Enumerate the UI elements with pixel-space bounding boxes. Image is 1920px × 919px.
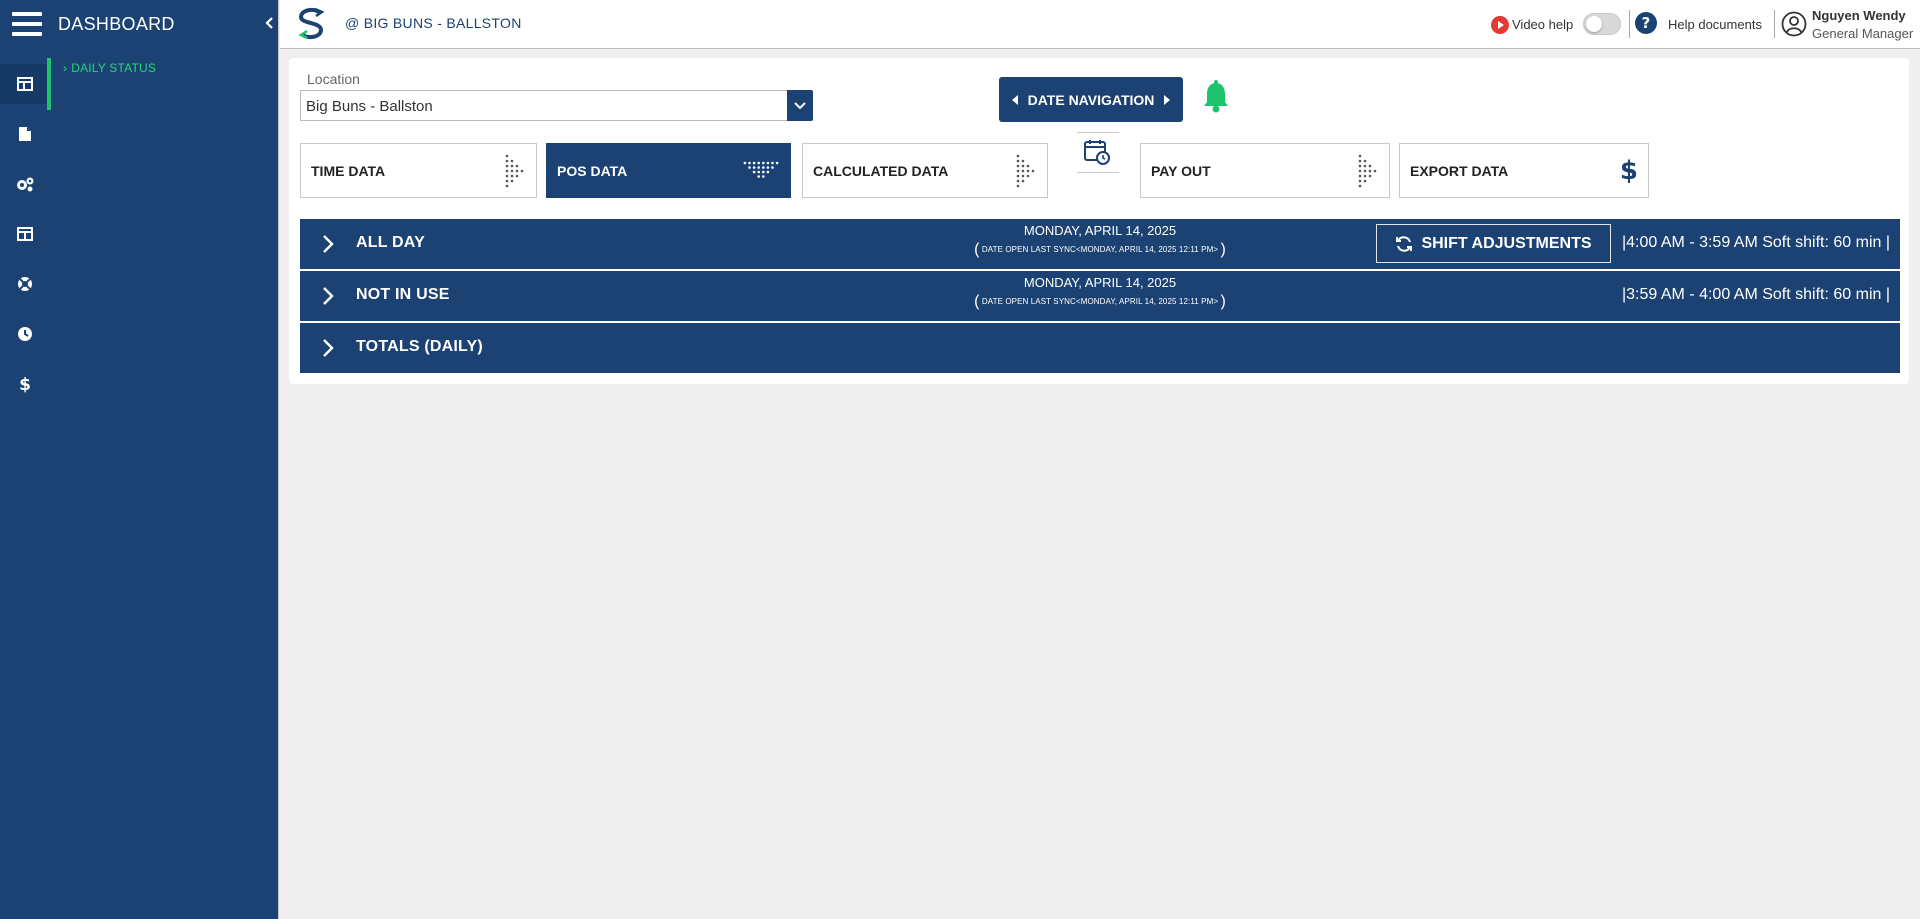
settings-icon[interactable] <box>0 164 50 204</box>
user-role: General Manager <box>1812 26 1914 41</box>
sidebar-title: DASHBOARD <box>58 14 175 34</box>
tab-calculated-data[interactable]: CALCULATED DATA <box>802 143 1048 198</box>
tab-label: PAY OUT <box>1151 162 1211 179</box>
section-row-all-day[interactable]: ALL DAY MONDAY, APRIL 14, 2025 ( DATE OP… <box>300 219 1900 269</box>
divider <box>1629 10 1630 38</box>
row-sync-status: ( DATE OPEN LAST SYNC<MONDAY, APRIL 14, … <box>974 241 1226 258</box>
calendar-clock-icon[interactable] <box>1083 138 1111 171</box>
video-help-toggle[interactable] <box>1583 13 1621 35</box>
row-hours: |4:00 AM - 3:59 AM Soft shift: 60 min | <box>1622 234 1890 251</box>
svg-text:?: ? <box>1642 14 1651 32</box>
svg-text:$: $ <box>19 375 31 393</box>
section-row-not-in-use[interactable]: NOT IN USE MONDAY, APRIL 14, 2025 ( DATE… <box>300 271 1900 321</box>
tab-label: TIME DATA <box>311 162 386 179</box>
clock-icon[interactable] <box>0 314 50 354</box>
row-hours: |3:59 AM - 4:00 AM Soft shift: 60 min | <box>1622 286 1890 303</box>
chevron-right-icon[interactable] <box>322 286 334 306</box>
location-value: Big Buns - Ballston <box>306 98 433 115</box>
next-date-icon[interactable] <box>1163 92 1171 108</box>
organization-label: @ BIG BUNS - BALLSTON <box>345 15 522 31</box>
sidebar: DASHBOARD › DAILY STATUS <box>47 0 279 919</box>
document-icon[interactable] <box>0 114 50 154</box>
menu-icon[interactable] <box>12 12 42 38</box>
divider <box>1077 132 1119 133</box>
tab-label: CALCULATED DATA <box>813 162 949 179</box>
location-dropdown-button[interactable] <box>787 90 813 121</box>
location-label: Location <box>307 71 360 87</box>
video-play-icon[interactable] <box>1490 15 1510 40</box>
row-title: TOTALS (DAILY) <box>356 338 483 355</box>
icon-rail: $ <box>0 0 50 919</box>
support-icon[interactable] <box>0 264 50 304</box>
help-documents-link[interactable]: Help documents <box>1668 17 1762 32</box>
user-name[interactable]: Nguyen Wendy <box>1812 8 1906 23</box>
user-avatar-icon[interactable] <box>1781 11 1807 42</box>
chevron-right-icon[interactable] <box>322 338 334 358</box>
refresh-icon <box>1396 235 1413 252</box>
chevron-right-icon[interactable] <box>322 234 334 254</box>
sidebar-item-label: DAILY STATUS <box>71 61 157 75</box>
top-header: @ BIG BUNS - BALLSTON Video help ? Help … <box>280 0 1920 49</box>
section-row-totals-daily[interactable]: TOTALS (DAILY) <box>300 323 1900 373</box>
toggle-knob <box>1586 16 1602 32</box>
app-logo-icon[interactable] <box>295 6 329 47</box>
prev-date-icon[interactable] <box>1011 92 1019 108</box>
dotted-arrow-right-icon <box>505 154 524 187</box>
row-title: ALL DAY <box>356 234 425 251</box>
divider <box>1077 172 1119 173</box>
sync-text: DATE OPEN LAST SYNC<MONDAY, APRIL 14, 20… <box>981 245 1219 255</box>
help-icon[interactable]: ? <box>1634 11 1658 40</box>
tab-export-data[interactable]: EXPORT DATA $ <box>1399 143 1649 198</box>
divider <box>1774 10 1775 38</box>
tab-label: EXPORT DATA <box>1410 162 1509 179</box>
date-navigation-label[interactable]: DATE NAVIGATION <box>1028 92 1155 108</box>
tab-label: POS DATA <box>557 162 628 179</box>
location-select[interactable]: Big Buns - Ballston <box>300 90 789 121</box>
sidebar-item-daily-status[interactable]: › DAILY STATUS <box>47 58 276 110</box>
date-navigation: DATE NAVIGATION <box>999 77 1183 122</box>
row-title: NOT IN USE <box>356 286 450 303</box>
tab-time-data[interactable]: TIME DATA <box>300 143 537 198</box>
table-icon[interactable] <box>0 214 50 254</box>
row-date: MONDAY, APRIL 14, 2025 <box>1023 275 1177 290</box>
row-date: MONDAY, APRIL 14, 2025 <box>1023 223 1177 238</box>
notification-bell-icon[interactable] <box>1201 80 1231 119</box>
dashboard-icon[interactable] <box>0 64 50 104</box>
dollar-icon[interactable]: $ <box>0 364 50 404</box>
collapse-sidebar-icon[interactable] <box>264 16 274 35</box>
dotted-arrow-right-icon <box>1016 154 1035 187</box>
dollar-icon: $ <box>1619 155 1638 186</box>
chevron-right-icon: › <box>63 61 68 75</box>
dotted-arrow-right-icon <box>1358 154 1377 187</box>
shift-adjustments-label: SHIFT ADJUSTMENTS <box>1421 234 1592 252</box>
shift-adjustments-button[interactable]: SHIFT ADJUSTMENTS <box>1376 224 1611 263</box>
row-sync-status: ( DATE OPEN LAST SYNC<MONDAY, APRIL 14, … <box>974 293 1226 310</box>
tab-pay-out[interactable]: PAY OUT <box>1140 143 1390 198</box>
chevron-down-icon <box>794 101 806 109</box>
tab-pos-data[interactable]: POS DATA <box>546 143 791 198</box>
main-card: Location Big Buns - Ballston DATE NAVIGA… <box>289 58 1909 384</box>
video-help-link[interactable]: Video help <box>1512 17 1573 32</box>
dotted-arrow-down-icon <box>743 161 779 178</box>
sync-text: DATE OPEN LAST SYNC<MONDAY, APRIL 14, 20… <box>981 297 1219 307</box>
